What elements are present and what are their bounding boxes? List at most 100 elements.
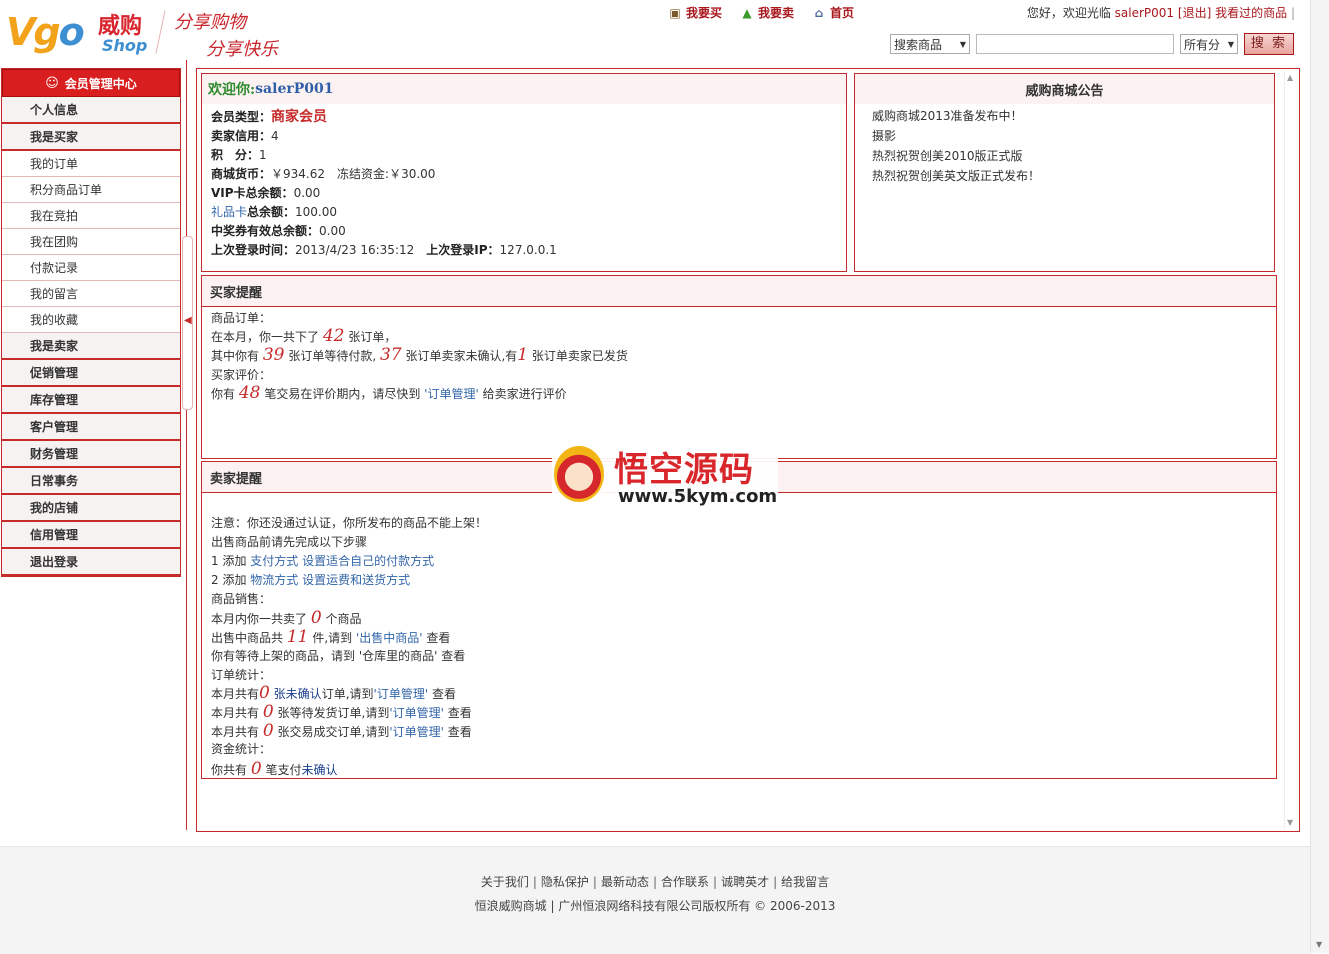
sidebar-items: 个人信息 我是买家 我的订单 积分商品订单 我在竞拍 我在团购 付款记录 我的留言 我的收藏 我是… bbox=[2, 97, 180, 576]
home-icon: ⌂ bbox=[814, 5, 824, 20]
footer-separator: | bbox=[713, 875, 718, 889]
seller-steps-head: 出售商品前请先完成以下步骤 bbox=[211, 535, 368, 549]
unconfirmed-payment-link[interactable]: 未确认 bbox=[302, 763, 338, 777]
sidebar-item[interactable]: 我的收藏 bbox=[2, 307, 180, 333]
seller-order-waiting-ship: 本月共有 0 张等待发货订单,请到'订单管理' 查看 bbox=[211, 702, 472, 722]
sidebar-item[interactable]: 积分商品订单 bbox=[2, 177, 180, 203]
copyright: 恒浪威购商城 | 广州恒浪网络科技有限公司版权所有 © 2006-2013 bbox=[474, 899, 836, 913]
logout-link[interactable]: [退出] bbox=[1178, 6, 1211, 20]
notice-item[interactable]: 热烈祝贺创美2010版正式版 bbox=[872, 147, 1023, 164]
nav-home-label: 首页 bbox=[830, 6, 855, 20]
sidebar-item[interactable]: 我是卖家 bbox=[2, 333, 180, 360]
footer-link[interactable]: 给我留言 bbox=[781, 875, 829, 889]
scroll-up-icon[interactable]: ▲ bbox=[1287, 73, 1293, 82]
main-scrollbar[interactable]: ▲ ▼ bbox=[1284, 71, 1297, 829]
sidebar-item[interactable]: 我是买家 bbox=[2, 124, 180, 151]
sidebar-item[interactable]: 客户管理 bbox=[2, 414, 180, 441]
order-manage-link[interactable]: '订单管理' bbox=[389, 725, 444, 739]
seller-credit-row: 卖家信用：4 bbox=[211, 129, 279, 143]
onsale-products-link[interactable]: '出售中商品' bbox=[356, 631, 423, 645]
footer-separator: | bbox=[532, 875, 537, 889]
sidebar-item[interactable]: 库存管理 bbox=[2, 387, 180, 414]
member-type-value: 商家会员 bbox=[271, 109, 328, 125]
seller-stats-head: 订单统计： bbox=[211, 668, 272, 682]
buyer-orders-total: 在本月，你一共下了 42 张订单， bbox=[211, 326, 397, 346]
sidebar-item[interactable]: 个人信息 bbox=[2, 97, 180, 124]
search-type-select[interactable]: 搜索商品 ▼ bbox=[890, 34, 970, 54]
nav-buy-label: 我要买 bbox=[686, 6, 723, 20]
sidebar-item[interactable]: 我的留言 bbox=[2, 281, 180, 307]
nav-sell-label: 我要卖 bbox=[758, 6, 795, 20]
sidebar-item[interactable]: 我在竞拍 bbox=[2, 203, 180, 229]
sidebar-item[interactable]: 我在团购 bbox=[2, 229, 180, 255]
logo-en: Shop bbox=[102, 36, 148, 55]
watermark-title: 悟空源码 bbox=[614, 450, 754, 490]
nav-buy-link[interactable]: ▣ 我要买 bbox=[668, 4, 722, 21]
nav-home-link[interactable]: ⌂ 首页 bbox=[812, 4, 854, 21]
buyer-panel: 买家提醒 商品订单： 在本月，你一共下了 42 张订单， 其中你有 39 张订单… bbox=[201, 275, 1277, 459]
sidebar-item[interactable]: 退出登录 bbox=[2, 549, 180, 576]
order-manage-link[interactable]: '订单管理' bbox=[374, 687, 429, 701]
footer: 关于我们 | 隐私保护 | 最新动态 | 合作联系 | 诚聘英才 | 给我留言 恒浪威购商城 | 广… bbox=[0, 846, 1310, 954]
scroll-down-icon[interactable]: ▼ bbox=[1287, 818, 1293, 827]
watermark-url: www.5kym.com bbox=[618, 486, 778, 507]
sidebar-item[interactable]: 财务管理 bbox=[2, 441, 180, 468]
sidebar-header-label: 会员管理中心 bbox=[64, 76, 137, 91]
monkey-logo-icon bbox=[554, 446, 604, 502]
order-manage-link[interactable]: '订单管理' bbox=[389, 706, 444, 720]
username-link[interactable]: salerP001 bbox=[1115, 6, 1174, 20]
notice-item[interactable]: 摄影 bbox=[872, 127, 896, 144]
seller-order-unconfirmed: 本月共有0 张未确认订单,请到'订单管理' 查看 bbox=[211, 683, 456, 703]
payment-setup-link[interactable]: 设置适合自己的付款方式 bbox=[302, 554, 434, 568]
sidebar-item[interactable]: 促销管理 bbox=[2, 360, 180, 387]
page-scrollbar[interactable]: ▼ bbox=[1310, 0, 1329, 953]
search-bar: 搜索商品 ▼ 所有分 ▼ 搜 索 bbox=[890, 33, 1294, 55]
footer-link[interactable]: 隐私保护 bbox=[541, 875, 589, 889]
scroll-down-icon[interactable]: ▼ bbox=[1316, 940, 1322, 949]
search-input[interactable] bbox=[976, 34, 1174, 54]
sidebar-item[interactable]: 我的订单 bbox=[2, 151, 180, 177]
shopping-cart-icon: ▣ bbox=[669, 5, 681, 20]
sidebar-item[interactable]: 我的店铺 bbox=[2, 495, 180, 522]
chevron-down-icon: ▼ bbox=[1227, 39, 1234, 49]
footer-link[interactable]: 合作联系 bbox=[661, 875, 709, 889]
notice-panel: 威购商城公告 威购商城2013准备发布中！ 摄影热烈祝贺创美2010版正式版 热烈祝… bbox=[854, 73, 1275, 272]
order-manage-link[interactable]: '订单管理' bbox=[424, 387, 479, 401]
nav-sell-link[interactable]: ▲ 我要卖 bbox=[740, 4, 794, 21]
sidebar-item[interactable]: 信用管理 bbox=[2, 522, 180, 549]
slogan-2: 分享快乐 bbox=[206, 39, 278, 60]
footer-separator: | bbox=[592, 875, 597, 889]
seller-sold-line: 本月内你一共卖了 0 个商品 bbox=[211, 608, 362, 628]
sidebar-item[interactable]: 付款记录 bbox=[2, 255, 180, 281]
buyer-orders-head: 商品订单： bbox=[211, 311, 272, 325]
gift-card-link[interactable]: 礼品卡 bbox=[211, 205, 247, 219]
welcome-username: salerP001 bbox=[255, 81, 334, 97]
footer-link[interactable]: 诚聘英才 bbox=[721, 875, 769, 889]
unconfirmed-link[interactable]: 张未确认 bbox=[274, 687, 322, 701]
payment-method-link[interactable]: 支付方式 bbox=[250, 554, 298, 568]
seller-onsale-line: 出售中商品共 11 件,请到 '出售中商品' 查看 bbox=[211, 627, 451, 647]
logistics-method-link[interactable]: 物流方式 bbox=[250, 573, 298, 587]
site-logo[interactable]: Vgo 威购 Shop bbox=[6, 6, 166, 58]
viewed-products-link[interactable]: 我看过的商品 bbox=[1215, 6, 1287, 20]
search-category-select[interactable]: 所有分 ▼ bbox=[1180, 34, 1238, 54]
sidebar-item[interactable]: 日常事务 bbox=[2, 468, 180, 495]
seller-warning: 注意：你还没通过认证，你所发布的商品不能上架！ bbox=[211, 516, 488, 530]
sidebar-collapse-handle[interactable]: ◀ bbox=[182, 236, 193, 410]
footer-link[interactable]: 最新动态 bbox=[601, 875, 649, 889]
frame-divider bbox=[186, 60, 187, 830]
account-welcome: 欢迎你: salerP001 bbox=[202, 74, 846, 104]
search-category-value: 所有分 bbox=[1184, 37, 1221, 52]
separator: | bbox=[1290, 6, 1295, 20]
notice-item[interactable]: 威购商城2013准备发布中！ bbox=[872, 107, 1023, 124]
header: Vgo 威购 Shop 分享购物 分享快乐 ▣ 我要买 ▲ 我要卖 ⌂ 首页 您… bbox=[0, 0, 1329, 64]
currency-row: 商城货币：￥934.62 冻结资金:￥30.00 bbox=[211, 167, 436, 181]
search-button[interactable]: 搜 索 bbox=[1244, 33, 1294, 55]
shipping-setup-link[interactable]: 设置运费和送货方式 bbox=[302, 573, 410, 587]
seller-step-2: 2 添加 物流方式 设置运费和送货方式 bbox=[211, 573, 411, 587]
notice-title: 威购商城公告 bbox=[855, 74, 1274, 104]
seller-waiting-line: 你有等待上架的商品，请到 '仓库里的商品' 查看 bbox=[211, 649, 466, 663]
seller-fund-head: 资金统计： bbox=[211, 742, 272, 756]
footer-link[interactable]: 关于我们 bbox=[481, 875, 529, 889]
notice-item[interactable]: 热烈祝贺创美英文版正式发布！ bbox=[872, 167, 1040, 184]
